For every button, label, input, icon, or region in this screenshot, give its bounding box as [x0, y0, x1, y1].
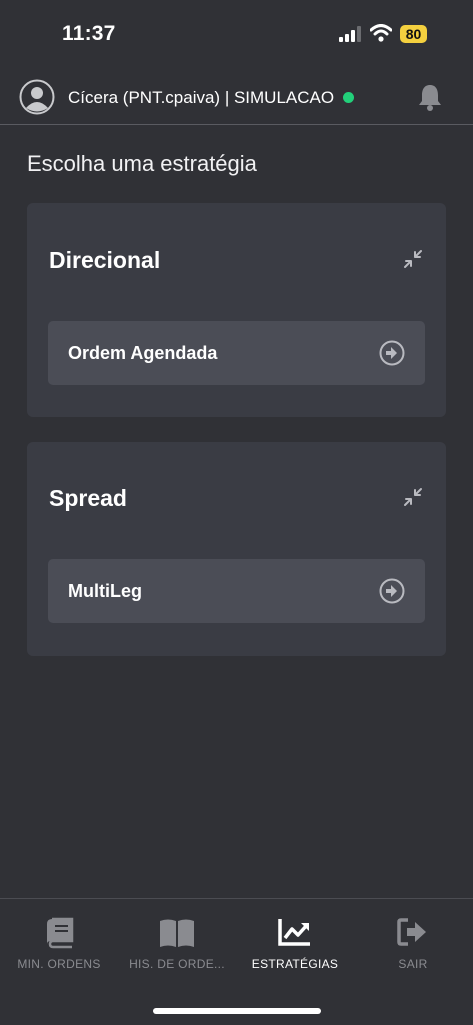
card-title: Direcional: [49, 247, 161, 273]
battery-indicator: 80: [400, 25, 427, 43]
arrow-circle-right-icon: [379, 578, 405, 604]
nav-label: HIS. DE ORDE...: [129, 957, 225, 971]
user-name: Cícera (PNT.cpaiva) | SIMULACAO: [68, 88, 335, 107]
nav-label: SAIR: [398, 957, 428, 971]
collapse-icon[interactable]: [403, 487, 423, 507]
app-header: Cícera (PNT.cpaiva) | SIMULACAO: [0, 72, 473, 125]
nav-item-sair[interactable]: SAIR: [354, 899, 472, 989]
sign-out-icon: [397, 918, 426, 946]
strategy-card-spread: Spread MultiLeg: [27, 442, 446, 656]
wifi-icon: [370, 24, 392, 42]
chart-line-icon: [278, 919, 310, 946]
item-label: MultiLeg: [68, 581, 142, 601]
nav-label: ESTRATÉGIAS: [251, 957, 339, 971]
avatar-icon[interactable]: [19, 79, 55, 115]
item-label: Ordem Agendada: [68, 343, 218, 363]
bell-icon[interactable]: [416, 82, 444, 112]
home-indicator: [153, 1008, 321, 1014]
open-book-icon: [160, 919, 194, 947]
nav-item-estrategias[interactable]: ESTRATÉGIAS: [236, 899, 354, 989]
status-bar: 11:37 80: [0, 0, 473, 70]
signal-icon: [339, 26, 361, 42]
collapse-icon[interactable]: [403, 249, 423, 269]
strategy-item-multileg[interactable]: MultiLeg: [48, 559, 425, 623]
page-title: Escolha uma estratégia: [27, 151, 257, 176]
nav-item-historico-ordens[interactable]: HIS. DE ORDE...: [118, 899, 236, 989]
book-icon: [47, 917, 74, 949]
nav-item-min-ordens[interactable]: MIN. ORDENS: [0, 899, 118, 989]
online-status-dot: [343, 92, 354, 103]
arrow-circle-right-icon: [379, 340, 405, 366]
nav-label: MIN. ORDENS: [17, 957, 101, 971]
card-title: Spread: [49, 485, 127, 511]
strategy-item-ordem-agendada[interactable]: Ordem Agendada: [48, 321, 425, 385]
bottom-navigation: MIN. ORDENS HIS. DE ORDE... ESTRATÉGIAS: [0, 898, 473, 1025]
status-time: 11:37: [62, 22, 116, 45]
strategy-card-direcional: Direcional Ordem Agendada: [27, 203, 446, 417]
